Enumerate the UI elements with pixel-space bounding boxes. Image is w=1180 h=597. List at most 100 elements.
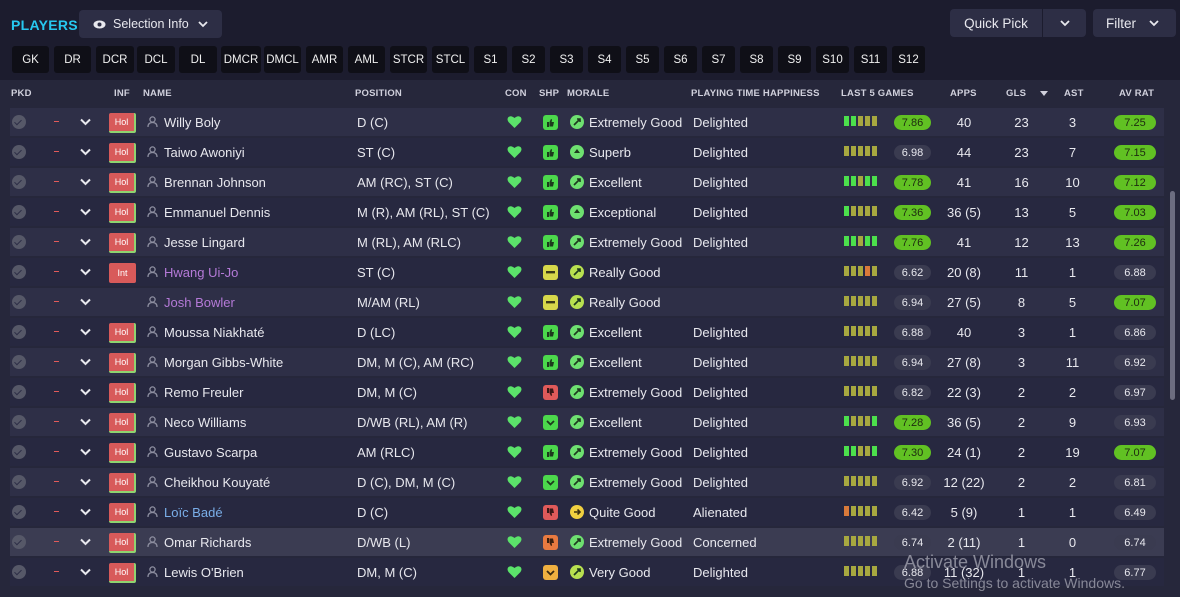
- selection-info-button[interactable]: Selection Info: [79, 10, 222, 38]
- player-name[interactable]: Moussa Niakhaté: [164, 318, 264, 346]
- info-badge[interactable]: Hol: [109, 503, 136, 523]
- info-badge[interactable]: Hol: [109, 203, 136, 223]
- col-avrat[interactable]: AV RAT: [1119, 88, 1154, 99]
- position-filter-dcl[interactable]: DCL: [137, 46, 175, 73]
- pick-toggle[interactable]: [12, 565, 26, 579]
- col-ast[interactable]: AST: [1064, 88, 1084, 99]
- info-badge[interactable]: Hol: [109, 173, 136, 193]
- position-filter-s11[interactable]: S11: [854, 46, 887, 73]
- position-filter-stcr[interactable]: STCR: [390, 46, 427, 73]
- player-name[interactable]: Jesse Lingard: [164, 228, 245, 256]
- table-row[interactable]: Hol Morgan Gibbs-White DM, M (C), AM (RC) E…: [10, 348, 1164, 376]
- table-row[interactable]: Hol Jesse Lingard M (RL), AM (RLC) Extremel…: [10, 228, 1164, 256]
- pick-toggle[interactable]: [12, 145, 26, 159]
- pick-toggle[interactable]: [12, 505, 26, 519]
- info-badge[interactable]: Hol: [109, 383, 136, 403]
- position-filter-s12[interactable]: S12: [892, 46, 925, 73]
- player-name[interactable]: Lewis O'Brien: [164, 558, 244, 586]
- chevron-down-icon[interactable]: [80, 418, 91, 426]
- info-badge[interactable]: Hol: [109, 323, 136, 343]
- col-apps[interactable]: APPS: [950, 88, 977, 99]
- position-filter-s3[interactable]: S3: [550, 46, 583, 73]
- chevron-down-icon[interactable]: [80, 538, 91, 546]
- player-name[interactable]: Hwang Ui-Jo: [164, 258, 238, 286]
- pick-toggle[interactable]: [12, 535, 26, 549]
- quick-pick-menu-button[interactable]: [1043, 9, 1086, 37]
- table-row[interactable]: Hol Taiwo Awoniyi ST (C) Superb Delighted 6.9…: [10, 138, 1164, 166]
- info-badge[interactable]: Hol: [109, 473, 136, 493]
- position-filter-s10[interactable]: S10: [816, 46, 849, 73]
- chevron-down-icon[interactable]: [80, 298, 91, 306]
- col-gls[interactable]: GLS: [1006, 88, 1026, 99]
- chevron-down-icon[interactable]: [80, 148, 91, 156]
- table-row[interactable]: Hol Cheikhou Kouyaté D (C), DM, M (C) Extre…: [10, 468, 1164, 496]
- player-name[interactable]: Brennan Johnson: [164, 168, 266, 196]
- col-position[interactable]: POSITION: [355, 88, 402, 99]
- chevron-down-icon[interactable]: [80, 388, 91, 396]
- position-filter-s5[interactable]: S5: [626, 46, 659, 73]
- player-name[interactable]: Morgan Gibbs-White: [164, 348, 283, 376]
- col-shp[interactable]: SHP: [539, 88, 559, 99]
- info-badge[interactable]: Hol: [109, 113, 136, 133]
- chevron-down-icon[interactable]: [80, 118, 91, 126]
- chevron-down-icon[interactable]: [80, 358, 91, 366]
- position-filter-dmcl[interactable]: DMCL: [264, 46, 301, 73]
- col-last5[interactable]: LAST 5 GAMES: [841, 88, 914, 99]
- player-name[interactable]: Willy Boly: [164, 108, 220, 136]
- player-name[interactable]: Emmanuel Dennis: [164, 198, 270, 226]
- table-row[interactable]: Hol Brennan Johnson AM (RC), ST (C) Excelle…: [10, 168, 1164, 196]
- col-morale[interactable]: MORALE: [567, 88, 609, 99]
- table-row[interactable]: Josh Bowler M/AM (RL) Really Good 6.94 27 (5…: [10, 288, 1164, 316]
- position-filter-stcl[interactable]: STCL: [432, 46, 469, 73]
- chevron-down-icon[interactable]: [80, 448, 91, 456]
- table-row[interactable]: Hol Willy Boly D (C) Extremely Good Delighte…: [10, 108, 1164, 136]
- chevron-down-icon[interactable]: [80, 268, 91, 276]
- table-row[interactable]: Hol Moussa Niakhaté D (LC) Excellent Delight…: [10, 318, 1164, 346]
- info-badge[interactable]: Hol: [109, 533, 136, 553]
- position-filter-dcr[interactable]: DCR: [96, 46, 134, 73]
- table-row[interactable]: Int Hwang Ui-Jo ST (C) Really Good 6.62 20 (8…: [10, 258, 1164, 286]
- col-con[interactable]: CON: [505, 88, 527, 99]
- position-filter-s4[interactable]: S4: [588, 46, 621, 73]
- col-inf[interactable]: INF: [114, 88, 130, 99]
- position-filter-gk[interactable]: GK: [12, 46, 49, 73]
- info-badge[interactable]: Hol: [109, 563, 136, 583]
- pick-toggle[interactable]: [12, 235, 26, 249]
- pick-toggle[interactable]: [12, 475, 26, 489]
- player-name[interactable]: Omar Richards: [164, 528, 251, 556]
- pick-toggle[interactable]: [12, 295, 26, 309]
- chevron-down-icon[interactable]: [80, 178, 91, 186]
- pick-toggle[interactable]: [12, 265, 26, 279]
- info-badge[interactable]: Hol: [109, 443, 136, 463]
- chevron-down-icon[interactable]: [80, 478, 91, 486]
- info-badge[interactable]: Hol: [109, 143, 136, 163]
- position-filter-amr[interactable]: AMR: [306, 46, 343, 73]
- position-filter-dmcr[interactable]: DMCR: [221, 46, 261, 73]
- position-filter-dr[interactable]: DR: [54, 46, 91, 73]
- chevron-down-icon[interactable]: [80, 238, 91, 246]
- col-happiness[interactable]: PLAYING TIME HAPPINESS: [691, 88, 820, 99]
- player-name[interactable]: Loïc Badé: [164, 498, 223, 526]
- pick-toggle[interactable]: [12, 175, 26, 189]
- table-row[interactable]: Hol Neco Williams D/WB (RL), AM (R) Excelle…: [10, 408, 1164, 436]
- player-name[interactable]: Gustavo Scarpa: [164, 438, 257, 466]
- position-filter-s9[interactable]: S9: [778, 46, 811, 73]
- player-name[interactable]: Josh Bowler: [164, 288, 235, 316]
- pick-toggle[interactable]: [12, 415, 26, 429]
- table-row[interactable]: Hol Gustavo Scarpa AM (RLC) Extremely Good D…: [10, 438, 1164, 466]
- pick-toggle[interactable]: [12, 385, 26, 399]
- filter-button[interactable]: Filter: [1093, 9, 1176, 37]
- quick-pick-button[interactable]: Quick Pick: [950, 9, 1043, 37]
- col-name[interactable]: NAME: [143, 88, 172, 99]
- position-filter-s2[interactable]: S2: [512, 46, 545, 73]
- pick-toggle[interactable]: [12, 115, 26, 129]
- col-pkd[interactable]: PKD: [11, 88, 32, 99]
- player-name[interactable]: Cheikhou Kouyaté: [164, 468, 270, 496]
- pick-toggle[interactable]: [12, 445, 26, 459]
- table-row[interactable]: Hol Loïc Badé D (C) Quite Good Alienated 6.42…: [10, 498, 1164, 526]
- position-filter-s6[interactable]: S6: [664, 46, 697, 73]
- player-name[interactable]: Neco Williams: [164, 408, 246, 436]
- position-filter-s7[interactable]: S7: [702, 46, 735, 73]
- position-filter-aml[interactable]: AML: [348, 46, 385, 73]
- player-name[interactable]: Taiwo Awoniyi: [164, 138, 245, 166]
